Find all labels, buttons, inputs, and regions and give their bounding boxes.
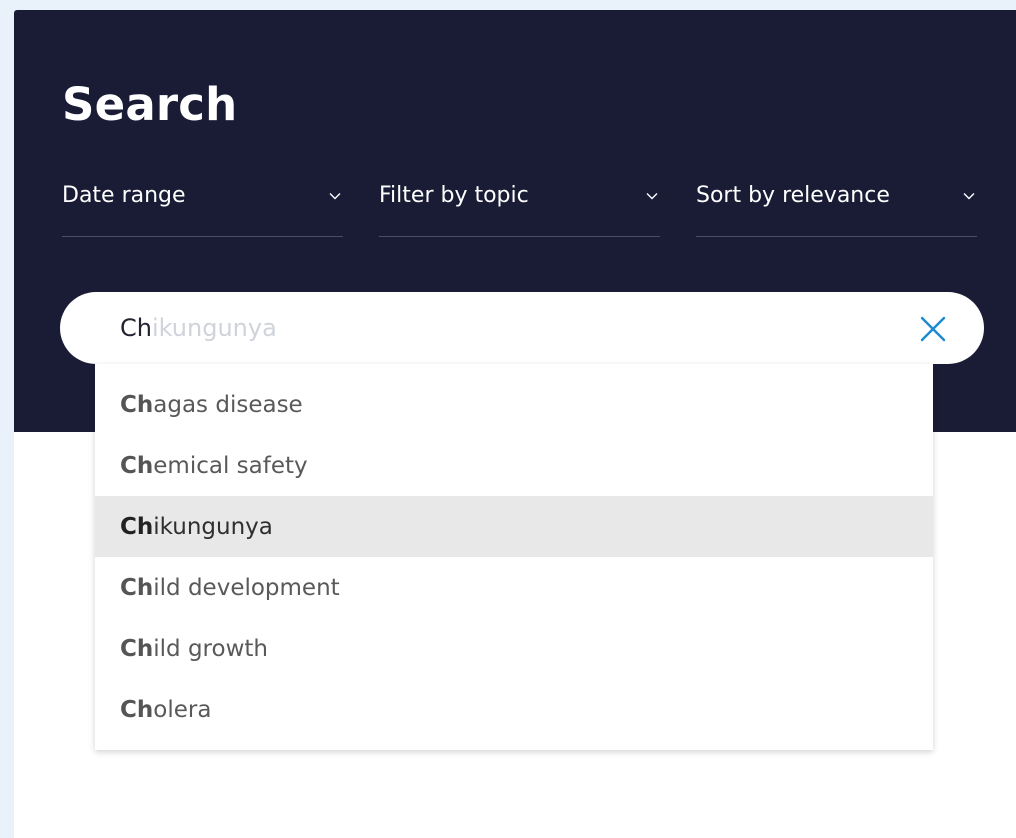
search-input[interactable]: Chikungunya (60, 292, 984, 364)
search-card: Search Date range Filter by topic Sort b… (14, 10, 1016, 838)
suggestion-rest: agas disease (153, 392, 303, 418)
suggestion-match: Ch (120, 392, 154, 418)
suggestion-rest: emical safety (153, 453, 308, 479)
close-icon[interactable] (920, 316, 946, 342)
suggestion-item[interactable]: Chemical safety (95, 435, 933, 496)
suggestion-match: Ch (120, 575, 154, 601)
suggestion-rest: olera (153, 697, 212, 723)
chevron-down-icon (329, 193, 341, 200)
page-title: Search (62, 78, 238, 131)
autocomplete-dropdown: Chagas disease Chemical safety Chikungun… (95, 364, 933, 750)
suggestion-item-highlighted[interactable]: Chikungunya (95, 496, 933, 557)
suggestion-label: Child development (120, 573, 340, 603)
suggestion-item[interactable]: Child growth (95, 618, 933, 679)
search-autocomplete-hint: ikungunya (151, 314, 277, 342)
suggestion-label: Child growth (120, 634, 268, 664)
suggestion-match: Ch (120, 697, 154, 723)
suggestion-match: Ch (120, 514, 154, 540)
date-range-label: Date range (62, 183, 186, 208)
chevron-down-icon (963, 193, 975, 200)
chevron-down-icon (646, 193, 658, 200)
sort-label: Sort by relevance (696, 183, 890, 208)
suggestion-match: Ch (120, 453, 154, 479)
suggestion-item[interactable]: Chagas disease (95, 374, 933, 435)
suggestion-label: Chikungunya (120, 512, 273, 542)
search-typed-value: Ch (120, 314, 152, 342)
suggestion-match: Ch (120, 636, 154, 662)
sort-dropdown[interactable]: Sort by relevance (696, 178, 977, 237)
suggestion-rest: ild growth (153, 636, 268, 662)
suggestion-item[interactable]: Child development (95, 557, 933, 618)
search-input-text[interactable]: Chikungunya (120, 312, 277, 344)
date-range-dropdown[interactable]: Date range (62, 178, 343, 237)
topic-filter-dropdown[interactable]: Filter by topic (379, 178, 660, 237)
suggestion-label: Chemical safety (120, 451, 308, 481)
suggestion-rest: ikungunya (153, 514, 273, 540)
suggestion-rest: ild development (153, 575, 340, 601)
suggestion-item[interactable]: Cholera (95, 679, 933, 740)
topic-filter-label: Filter by topic (379, 183, 529, 208)
suggestion-label: Chagas disease (120, 390, 303, 420)
suggestion-label: Cholera (120, 695, 211, 725)
